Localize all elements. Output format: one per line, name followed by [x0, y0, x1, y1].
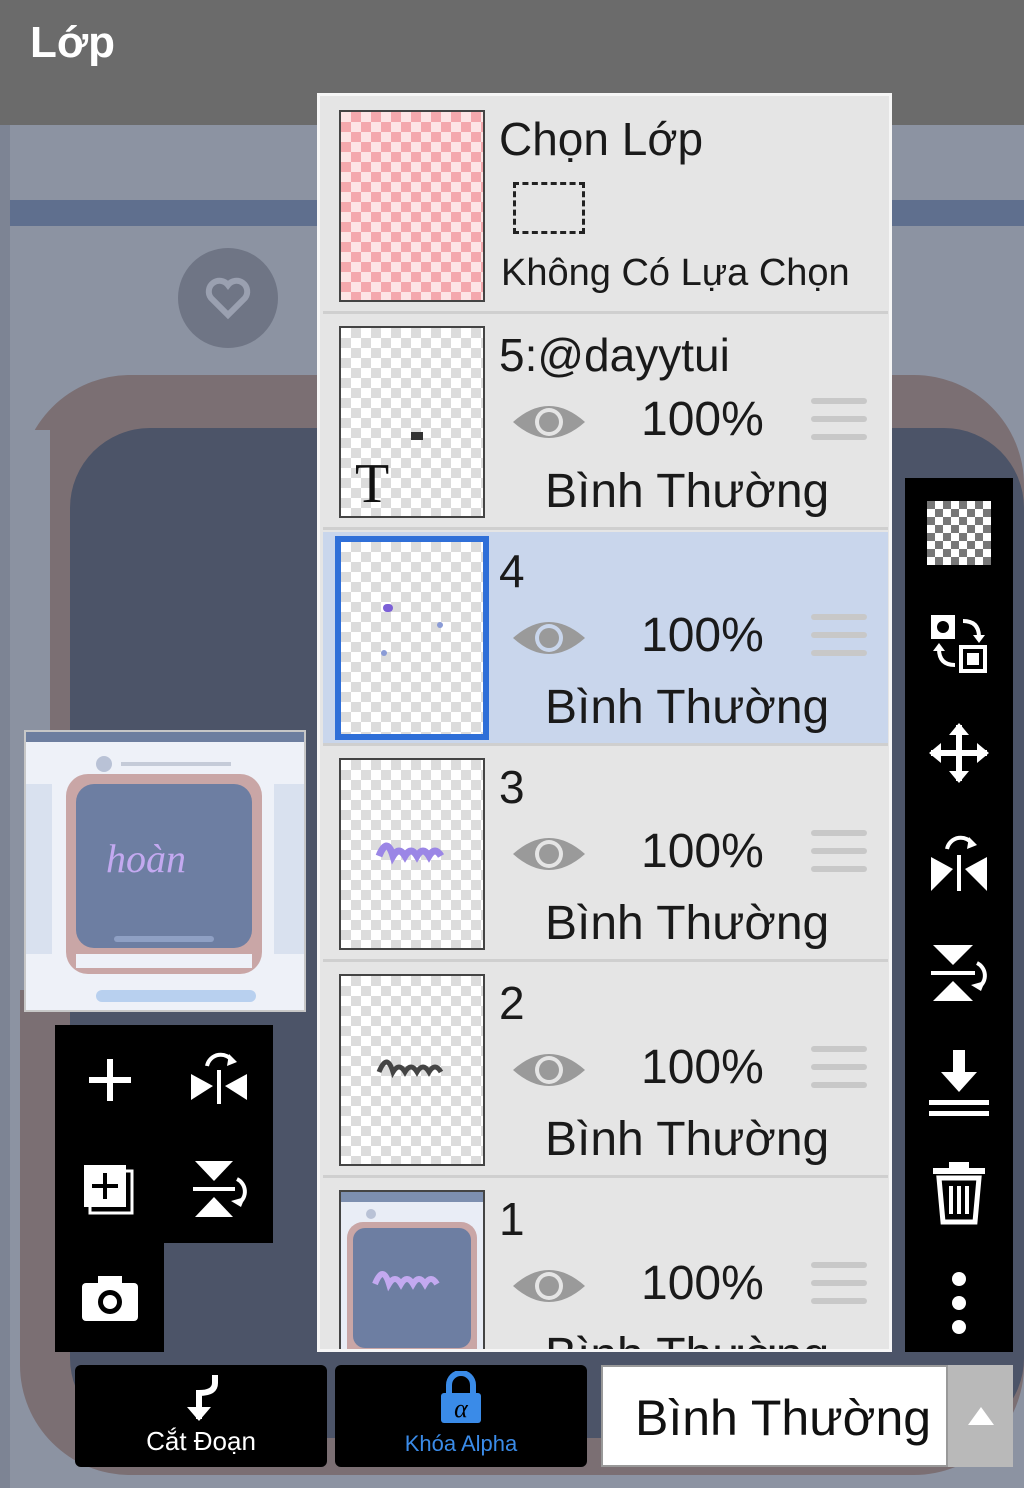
visibility-eye-icon[interactable]	[511, 828, 587, 880]
selection-status: Không Có Lựa Chọn	[501, 252, 850, 294]
drag-handle-icon[interactable]	[811, 614, 867, 668]
layer-row-3[interactable]: 3 100% Bình Thường	[323, 748, 888, 962]
clipping-button[interactable]: Cắt Đoạn	[75, 1365, 327, 1467]
layer-blend-mode: Bình Thường	[545, 681, 830, 734]
layer-blend-mode: Bình Thường	[545, 465, 830, 518]
drag-handle-icon[interactable]	[811, 398, 867, 452]
add-copy-icon	[83, 1164, 133, 1214]
layer-name: 5:@dayytui	[499, 329, 730, 381]
visibility-eye-icon[interactable]	[511, 1044, 587, 1096]
layer-blend-mode: Bình Thường	[545, 1113, 830, 1166]
flip-horizontal-icon	[931, 835, 987, 891]
add-copy-layer-button[interactable]	[55, 1134, 164, 1243]
layer-name: 2	[499, 977, 525, 1029]
layer-blend-mode: Bình Thường	[545, 1328, 829, 1349]
checkerboard-icon	[927, 501, 991, 565]
alpha-lock-button[interactable]: α Khóa Alpha	[335, 1365, 587, 1467]
heart-icon	[178, 248, 278, 348]
more-vertical-icon	[952, 1272, 966, 1334]
layer-row-5[interactable]: T 5:@dayytui 100% Bình Thường	[323, 316, 888, 530]
svg-text:hoàn: hoàn	[106, 836, 186, 881]
visibility-eye-icon[interactable]	[511, 1260, 587, 1312]
page-title: Lớp	[30, 18, 116, 67]
plus-icon	[88, 1058, 131, 1101]
layer-panel: Chọn Lớp Không Có Lựa Chọn T 5:@dayytui …	[317, 93, 892, 1352]
camera-icon	[81, 1275, 138, 1321]
layer-thumbnail	[335, 536, 489, 740]
selection-marquee-icon	[513, 182, 585, 234]
flip-vertical-icon	[931, 945, 987, 1001]
right-toolbar	[905, 478, 1013, 1352]
flip-vertical-icon	[192, 1160, 247, 1217]
more-options-button[interactable]	[905, 1248, 1013, 1358]
drag-handle-icon[interactable]	[811, 1046, 867, 1100]
merge-down-button[interactable]	[905, 1028, 1013, 1138]
flip-vertical-right-button[interactable]	[905, 918, 1013, 1028]
layer-opacity[interactable]: 100%	[641, 1256, 764, 1311]
move-button[interactable]	[905, 698, 1013, 808]
move-arrows-icon	[929, 723, 989, 783]
visibility-eye-icon[interactable]	[511, 396, 587, 448]
merge-down-icon	[929, 1050, 989, 1116]
selection-layer-title: Chọn Lớp	[499, 113, 704, 165]
clip-arrow-icon	[187, 1375, 218, 1421]
canvas-preview[interactable]: hoàn	[24, 730, 306, 1012]
triangle-up-icon	[967, 1407, 994, 1425]
layer-opacity[interactable]: 100%	[641, 392, 764, 447]
layer-thumbnail: T	[339, 326, 485, 518]
layer-opacity[interactable]: 100%	[641, 824, 764, 879]
layer-opacity[interactable]: 100%	[641, 1040, 764, 1095]
layer-blend-mode: Bình Thường	[545, 897, 830, 950]
layer-thumbnail	[339, 974, 485, 1166]
layer-name: 4	[499, 545, 525, 597]
flip-vertical-button[interactable]	[164, 1134, 273, 1243]
drag-handle-icon[interactable]	[811, 830, 867, 884]
selection-layer-row[interactable]: Chọn Lớp Không Có Lựa Chọn	[323, 100, 888, 314]
delete-layer-button[interactable]	[905, 1138, 1013, 1248]
transparency-button[interactable]	[905, 478, 1013, 588]
camera-button[interactable]	[55, 1243, 164, 1352]
layer-thumbnail	[339, 758, 485, 950]
layer-opacity[interactable]: 100%	[641, 608, 764, 663]
clipping-label: Cắt Đoạn	[146, 1426, 256, 1456]
blend-mode-dropdown-button[interactable]	[948, 1365, 1013, 1467]
flip-horizontal-icon	[190, 1052, 247, 1104]
layer-row-2[interactable]: 2 100% Bình Thường	[323, 964, 888, 1178]
trash-icon	[933, 1162, 985, 1225]
blend-mode-value: Bình Thường	[635, 1390, 932, 1446]
layer-name: 1	[499, 1193, 525, 1245]
svg-text:α: α	[454, 1394, 469, 1423]
selection-thumbnail	[339, 110, 485, 302]
visibility-eye-icon[interactable]	[511, 612, 587, 664]
swap-icon	[931, 615, 987, 673]
swap-layers-button[interactable]	[905, 588, 1013, 698]
text-layer-icon: T	[355, 453, 390, 515]
layer-row-1[interactable]: 1 100% Bình Thường	[323, 1180, 888, 1349]
alpha-lock-label: Khóa Alpha	[404, 1431, 518, 1456]
layer-thumbnail	[339, 1190, 485, 1349]
lock-icon: α	[441, 1371, 481, 1423]
layer-name: 3	[499, 761, 525, 813]
drag-handle-icon[interactable]	[811, 1262, 867, 1316]
add-layer-button[interactable]	[55, 1025, 164, 1134]
blend-mode-select[interactable]: Bình Thường	[601, 1365, 948, 1467]
flip-horizontal-button[interactable]	[164, 1025, 273, 1134]
flip-horizontal-right-button[interactable]	[905, 808, 1013, 918]
layer-row-4[interactable]: 4 100% Bình Thường	[323, 532, 888, 746]
